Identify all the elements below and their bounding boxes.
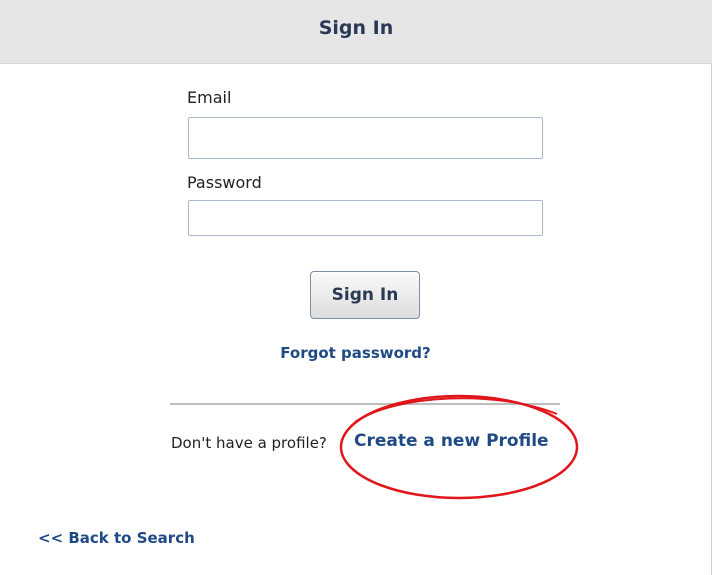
- password-label: Password: [187, 173, 262, 192]
- email-field[interactable]: [188, 117, 543, 159]
- no-profile-text: Don't have a profile?: [171, 434, 327, 452]
- back-to-search-link[interactable]: << Back to Search: [38, 529, 195, 547]
- email-label: Email: [187, 88, 232, 107]
- signin-button[interactable]: Sign In: [310, 271, 420, 319]
- signin-header: Sign In: [0, 0, 712, 64]
- page-title: Sign In: [318, 17, 394, 39]
- annotation-stroke: [354, 397, 558, 423]
- divider: [170, 403, 560, 405]
- forgot-password-link[interactable]: Forgot password?: [0, 344, 711, 362]
- password-field[interactable]: [188, 200, 543, 236]
- create-profile-link[interactable]: Create a new Profile: [354, 431, 549, 451]
- signin-panel: Sign In Email Password Sign In Forgot pa…: [0, 0, 712, 575]
